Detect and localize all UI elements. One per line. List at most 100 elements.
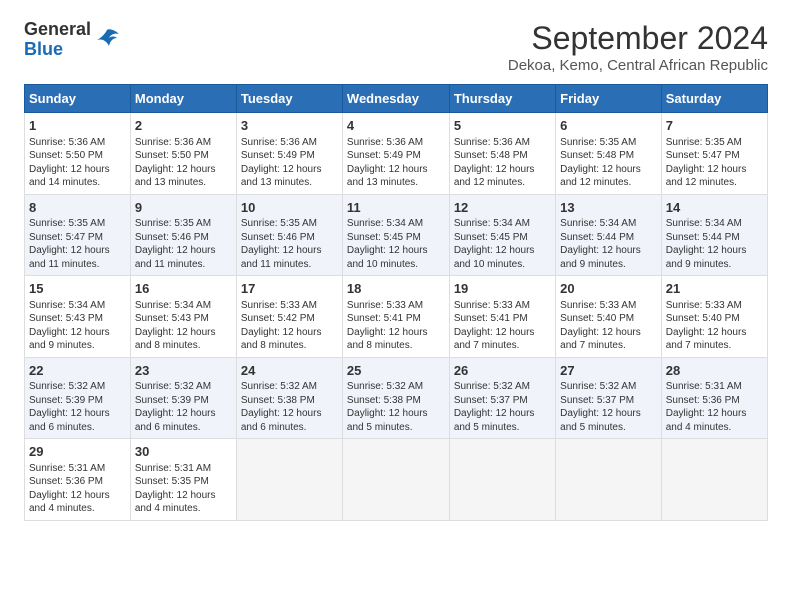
calendar-day-cell: 3Sunrise: 5:36 AMSunset: 5:49 PMDaylight… bbox=[236, 113, 342, 195]
calendar-day-cell: 20Sunrise: 5:33 AMSunset: 5:40 PMDayligh… bbox=[556, 276, 662, 358]
day-number: 11 bbox=[347, 199, 445, 217]
day-info: Sunrise: 5:32 AMSunset: 5:39 PMDaylight:… bbox=[29, 380, 126, 434]
day-info: Sunrise: 5:35 AMSunset: 5:48 PMDaylight:… bbox=[560, 136, 657, 190]
calendar-day-cell: 30Sunrise: 5:31 AMSunset: 5:35 PMDayligh… bbox=[130, 439, 236, 521]
calendar-day-cell bbox=[661, 439, 767, 521]
day-number: 1 bbox=[29, 117, 126, 135]
day-info: Sunrise: 5:35 AMSunset: 5:46 PMDaylight:… bbox=[241, 217, 338, 271]
day-info: Sunrise: 5:32 AMSunset: 5:37 PMDaylight:… bbox=[454, 380, 551, 434]
calendar-day-cell: 23Sunrise: 5:32 AMSunset: 5:39 PMDayligh… bbox=[130, 357, 236, 439]
calendar-day-cell: 17Sunrise: 5:33 AMSunset: 5:42 PMDayligh… bbox=[236, 276, 342, 358]
calendar-week-row: 1 Sunrise: 5:36 AMSunset: 5:50 PMDaylight… bbox=[25, 113, 768, 195]
day-number: 28 bbox=[666, 362, 763, 380]
day-number: 4 bbox=[347, 117, 445, 135]
calendar-header-sunday: Sunday bbox=[25, 85, 131, 113]
day-number: 25 bbox=[347, 362, 445, 380]
day-info: Sunrise: 5:32 AMSunset: 5:39 PMDaylight:… bbox=[135, 380, 232, 434]
day-info: Sunrise: 5:32 AMSunset: 5:37 PMDaylight:… bbox=[560, 380, 657, 434]
calendar-day-cell: 19Sunrise: 5:33 AMSunset: 5:41 PMDayligh… bbox=[449, 276, 555, 358]
calendar-day-cell bbox=[449, 439, 555, 521]
day-info: Sunrise: 5:36 AMSunset: 5:50 PMDaylight:… bbox=[135, 136, 232, 190]
calendar-header-saturday: Saturday bbox=[661, 85, 767, 113]
calendar-header-row: SundayMondayTuesdayWednesdayThursdayFrid… bbox=[25, 85, 768, 113]
calendar-day-cell: 9Sunrise: 5:35 AMSunset: 5:46 PMDaylight… bbox=[130, 194, 236, 276]
calendar-day-cell: 28Sunrise: 5:31 AMSunset: 5:36 PMDayligh… bbox=[661, 357, 767, 439]
calendar-day-cell: 26Sunrise: 5:32 AMSunset: 5:37 PMDayligh… bbox=[449, 357, 555, 439]
calendar-day-cell: 18Sunrise: 5:33 AMSunset: 5:41 PMDayligh… bbox=[342, 276, 449, 358]
day-info: Sunrise: 5:36 AMSunset: 5:49 PMDaylight:… bbox=[241, 136, 338, 190]
page-header: General Blue September 2024 Dekoa, Kemo,… bbox=[24, 20, 768, 74]
calendar-day-cell: 11Sunrise: 5:34 AMSunset: 5:45 PMDayligh… bbox=[342, 194, 449, 276]
day-number: 14 bbox=[666, 199, 763, 217]
day-number: 9 bbox=[135, 199, 232, 217]
calendar-day-cell: 8Sunrise: 5:35 AMSunset: 5:47 PMDaylight… bbox=[25, 194, 131, 276]
calendar-day-cell: 25Sunrise: 5:32 AMSunset: 5:38 PMDayligh… bbox=[342, 357, 449, 439]
day-info: Sunrise: 5:31 AMSunset: 5:35 PMDaylight:… bbox=[135, 462, 232, 516]
day-info: Sunrise: 5:34 AMSunset: 5:45 PMDaylight:… bbox=[347, 217, 445, 271]
calendar-week-row: 8Sunrise: 5:35 AMSunset: 5:47 PMDaylight… bbox=[25, 194, 768, 276]
calendar-day-cell: 7Sunrise: 5:35 AMSunset: 5:47 PMDaylight… bbox=[661, 113, 767, 195]
calendar-day-cell bbox=[236, 439, 342, 521]
logo: General Blue bbox=[24, 20, 121, 60]
day-info: Sunrise: 5:32 AMSunset: 5:38 PMDaylight:… bbox=[241, 380, 338, 434]
day-info: Sunrise: 5:34 AMSunset: 5:43 PMDaylight:… bbox=[135, 299, 232, 353]
day-number: 30 bbox=[135, 443, 232, 461]
day-number: 22 bbox=[29, 362, 126, 380]
day-number: 23 bbox=[135, 362, 232, 380]
calendar-week-row: 15 Sunrise: 5:34 AMSunset: 5:43 PMDayligh… bbox=[25, 276, 768, 358]
calendar-day-cell: 1Sunrise: 5:36 AMSunset: 5:50 PMDaylight… bbox=[25, 113, 131, 195]
day-number: 20 bbox=[560, 280, 657, 298]
day-info: Sunrise: 5:33 AMSunset: 5:41 PMDaylight:… bbox=[347, 299, 445, 353]
day-info: Sunrise: 5:36 AMSunset: 5:48 PMDaylight:… bbox=[454, 136, 551, 190]
calendar-header-wednesday: Wednesday bbox=[342, 85, 449, 113]
day-info: Sunrise: 5:34 AMSunset: 5:45 PMDaylight:… bbox=[454, 217, 551, 271]
day-info: Sunrise: 5:35 AMSunset: 5:47 PMDaylight:… bbox=[29, 217, 126, 271]
day-info: Sunrise: 5:33 AMSunset: 5:40 PMDaylight:… bbox=[560, 299, 657, 353]
calendar-day-cell bbox=[556, 439, 662, 521]
day-info: Sunrise: 5:35 AMSunset: 5:47 PMDaylight:… bbox=[666, 136, 763, 190]
day-info: Sunrise: 5:33 AMSunset: 5:41 PMDaylight:… bbox=[454, 299, 551, 353]
day-number: 2 bbox=[135, 117, 232, 135]
logo-text: General Blue bbox=[24, 20, 91, 60]
day-number: 6 bbox=[560, 117, 657, 135]
day-info: Sunrise: 5:31 AMSunset: 5:36 PMDaylight:… bbox=[666, 380, 763, 434]
day-number: 21 bbox=[666, 280, 763, 298]
page-subtitle: Dekoa, Kemo, Central African Republic bbox=[508, 57, 768, 74]
day-number: 27 bbox=[560, 362, 657, 380]
calendar-header-tuesday: Tuesday bbox=[236, 85, 342, 113]
calendar-header-friday: Friday bbox=[556, 85, 662, 113]
calendar-day-cell: 10Sunrise: 5:35 AMSunset: 5:46 PMDayligh… bbox=[236, 194, 342, 276]
day-number: 12 bbox=[454, 199, 551, 217]
day-info: Sunrise: 5:32 AMSunset: 5:38 PMDaylight:… bbox=[347, 380, 445, 434]
calendar-header-monday: Monday bbox=[130, 85, 236, 113]
day-info: Sunrise: 5:31 AMSunset: 5:36 PMDaylight:… bbox=[29, 462, 126, 516]
day-number: 7 bbox=[666, 117, 763, 135]
calendar-body: 1 Sunrise: 5:36 AMSunset: 5:50 PMDaylight… bbox=[25, 113, 768, 521]
calendar-day-cell bbox=[342, 439, 449, 521]
day-number: 3 bbox=[241, 117, 338, 135]
day-number: 13 bbox=[560, 199, 657, 217]
title-area: September 2024 Dekoa, Kemo, Central Afri… bbox=[508, 20, 768, 74]
day-info: Sunrise: 5:36 AMSunset: 5:49 PMDaylight:… bbox=[347, 136, 445, 190]
calendar-day-cell: 6Sunrise: 5:35 AMSunset: 5:48 PMDaylight… bbox=[556, 113, 662, 195]
calendar-day-cell: 16Sunrise: 5:34 AMSunset: 5:43 PMDayligh… bbox=[130, 276, 236, 358]
day-info: Sunrise: 5:33 AMSunset: 5:42 PMDaylight:… bbox=[241, 299, 338, 353]
day-number: 10 bbox=[241, 199, 338, 217]
day-number: 19 bbox=[454, 280, 551, 298]
calendar-day-cell: 13Sunrise: 5:34 AMSunset: 5:44 PMDayligh… bbox=[556, 194, 662, 276]
day-number: 24 bbox=[241, 362, 338, 380]
calendar-day-cell: 15Sunrise: 5:34 AMSunset: 5:43 PMDayligh… bbox=[25, 276, 131, 358]
logo-bird-icon bbox=[93, 28, 121, 52]
calendar-day-cell: 12Sunrise: 5:34 AMSunset: 5:45 PMDayligh… bbox=[449, 194, 555, 276]
calendar-day-cell: 2Sunrise: 5:36 AMSunset: 5:50 PMDaylight… bbox=[130, 113, 236, 195]
day-number: 15 bbox=[29, 280, 126, 298]
calendar-header-thursday: Thursday bbox=[449, 85, 555, 113]
calendar-day-cell: 27Sunrise: 5:32 AMSunset: 5:37 PMDayligh… bbox=[556, 357, 662, 439]
day-number: 29 bbox=[29, 443, 126, 461]
day-number: 8 bbox=[29, 199, 126, 217]
page-title: September 2024 bbox=[508, 20, 768, 57]
calendar-day-cell: 14Sunrise: 5:34 AMSunset: 5:44 PMDayligh… bbox=[661, 194, 767, 276]
day-info: Sunrise: 5:33 AMSunset: 5:40 PMDaylight:… bbox=[666, 299, 763, 353]
day-number: 18 bbox=[347, 280, 445, 298]
calendar-table: SundayMondayTuesdayWednesdayThursdayFrid… bbox=[24, 84, 768, 521]
